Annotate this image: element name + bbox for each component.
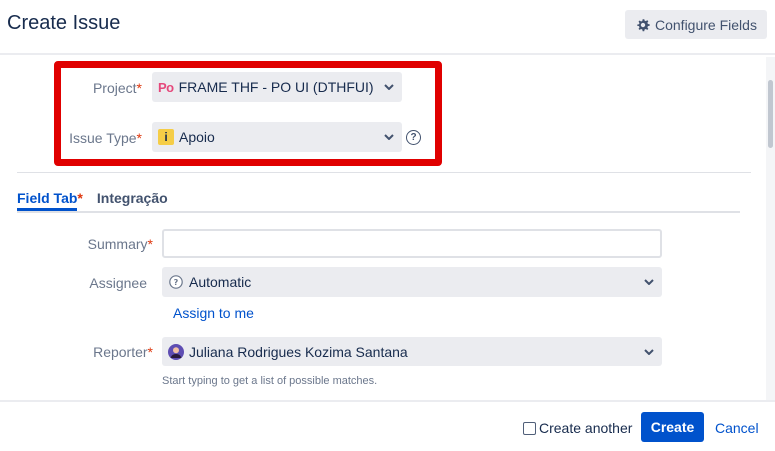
active-tab-indicator: [17, 208, 77, 211]
gear-icon: [637, 18, 650, 31]
create-another-checkbox[interactable]: [523, 421, 536, 435]
avatar: [168, 343, 184, 360]
reporter-value: Juliana Rodrigues Kozima Santana: [189, 343, 408, 360]
tab-label: Integração: [96, 190, 168, 206]
cancel-link[interactable]: Cancel: [715, 420, 759, 436]
scrollbar-thumb[interactable]: [768, 80, 773, 148]
summary-label: Summary*: [60, 236, 153, 252]
assignee-label-text: Assignee: [89, 275, 147, 291]
chevron-down-icon: [644, 348, 654, 355]
chevron-down-icon: [644, 279, 654, 285]
svg-text:?: ?: [174, 278, 179, 287]
reporter-label: Reporter*: [60, 344, 153, 360]
required-marker: *: [147, 236, 153, 252]
field-tabs: Field Tab* Integração: [17, 190, 182, 206]
configure-fields-button[interactable]: Configure Fields: [625, 10, 767, 39]
reporter-label-text: Reporter: [93, 344, 148, 360]
configure-fields-label: Configure Fields: [655, 16, 757, 33]
assignee-value: Automatic: [189, 274, 252, 290]
tab-label: Field Tab: [17, 190, 78, 206]
assign-to-me-link[interactable]: Assign to me: [173, 305, 254, 321]
section-divider: [17, 172, 751, 173]
tab-baseline: [17, 211, 740, 213]
required-marker: *: [77, 190, 83, 206]
reporter-select[interactable]: Juliana Rodrigues Kozima Santana: [162, 337, 662, 366]
required-marker: *: [147, 344, 153, 360]
automatic-avatar-icon: ?: [169, 275, 183, 289]
dialog-header: Create Issue Configure Fields: [0, 0, 775, 55]
tab-integracao[interactable]: Integração: [97, 190, 168, 206]
create-another-label: Create another: [539, 420, 633, 436]
create-button[interactable]: Create: [641, 412, 704, 442]
summary-input[interactable]: [162, 229, 662, 258]
dialog-title: Create Issue: [7, 12, 121, 34]
create-another-option[interactable]: Create another: [523, 420, 632, 436]
highlight-box: [54, 61, 442, 166]
summary-label-text: Summary: [87, 236, 148, 252]
tab-field-tab[interactable]: Field Tab*: [17, 190, 83, 206]
assignee-label: Assignee: [60, 275, 147, 291]
reporter-hint: Start typing to get a list of possible m…: [162, 375, 378, 387]
assignee-select[interactable]: ? Automatic: [162, 267, 662, 297]
